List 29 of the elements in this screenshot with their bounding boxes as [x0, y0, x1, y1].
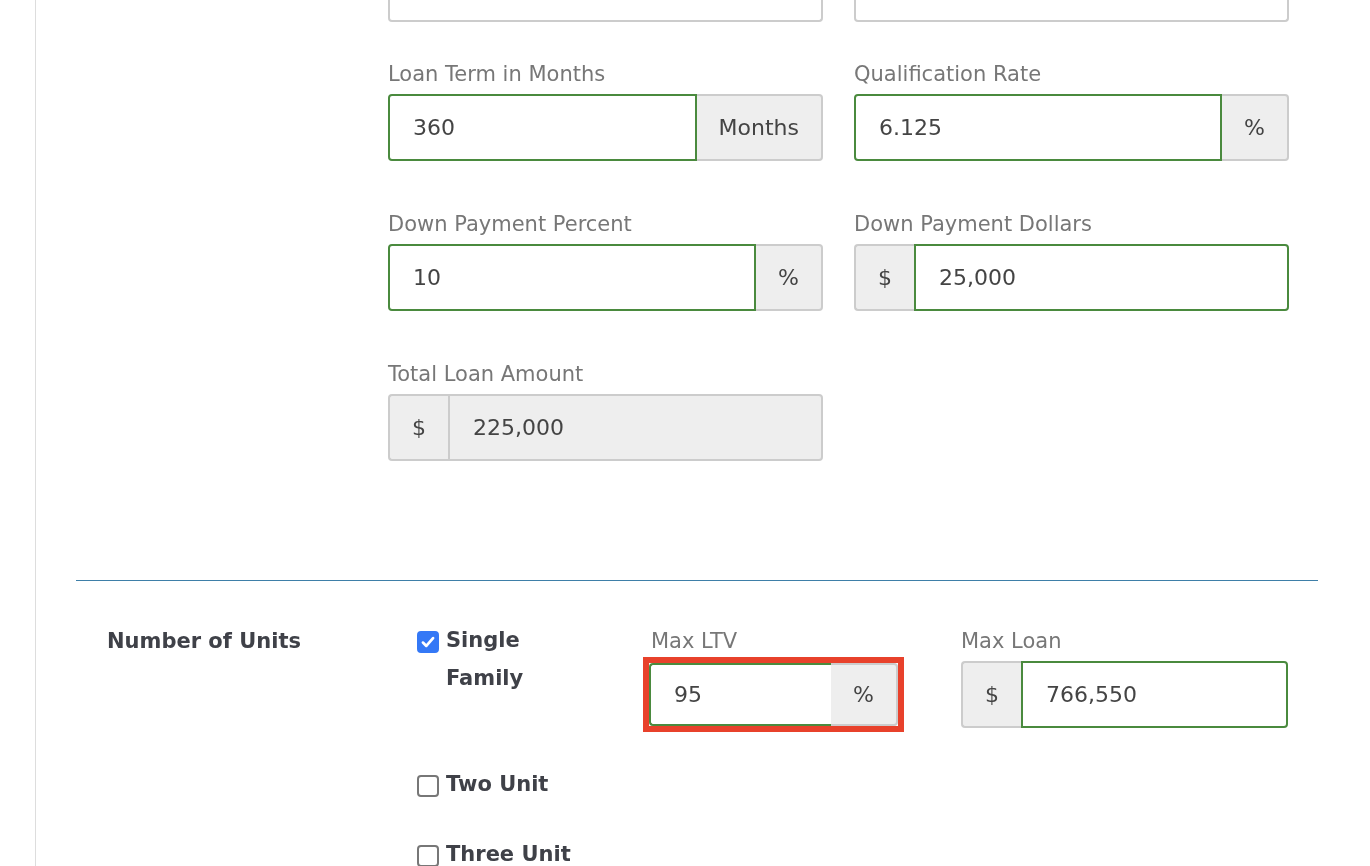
field-label: Down Payment Percent [388, 211, 633, 238]
field-label: Qualification Rate [854, 61, 1043, 88]
input-field[interactable]: 95 [649, 663, 832, 726]
input-field[interactable]: 766,550 [1021, 661, 1288, 728]
field-label: Max Loan [961, 628, 1063, 655]
currency-addon: $ [854, 244, 914, 311]
checkbox[interactable] [417, 775, 439, 797]
unit-addon: % [756, 244, 823, 311]
input-field[interactable]: 10 [388, 244, 757, 311]
currency-addon: $ [388, 394, 448, 461]
checkbox-label[interactable]: Three Unit [446, 835, 596, 866]
section-label: Number of Units [107, 628, 302, 655]
input-field[interactable]: 6.125 [854, 94, 1223, 161]
field-label: Max LTV [651, 628, 739, 655]
field-label: Loan Term in Months [388, 61, 607, 88]
input-field[interactable] [388, 0, 823, 22]
input-field[interactable]: 360 [388, 94, 697, 161]
field-label: Total Loan Amount [388, 361, 585, 388]
input-field[interactable] [854, 0, 1289, 22]
field-label: Down Payment Dollars [854, 211, 1093, 238]
unit-addon: % [1222, 94, 1289, 161]
unit-addon: % [831, 663, 898, 726]
checkbox[interactable] [417, 845, 439, 866]
unit-addon: Months [696, 94, 823, 161]
currency-addon: $ [961, 661, 1021, 728]
checkbox-label[interactable]: Single Family [446, 621, 596, 697]
input-field[interactable]: 25,000 [914, 244, 1289, 311]
checkbox[interactable] [417, 631, 439, 653]
checkbox-label[interactable]: Two Unit [446, 765, 596, 803]
